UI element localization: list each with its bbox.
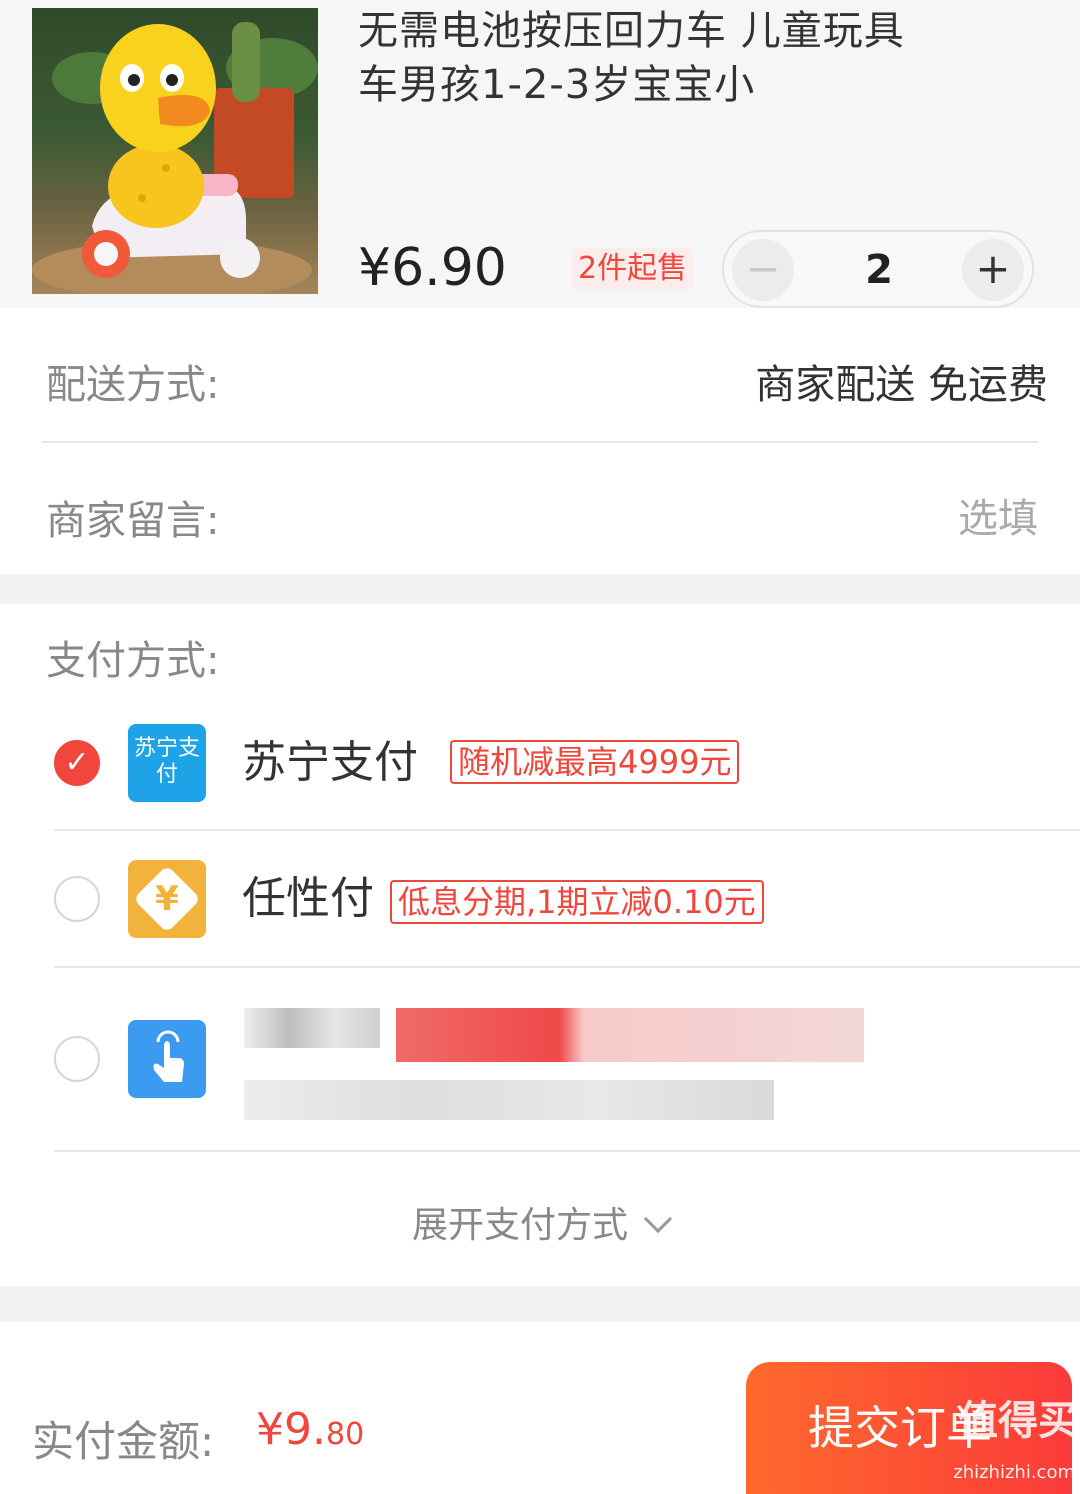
delivery-row[interactable]: 配送方式: 商家配送 免运费 xyxy=(0,308,1080,444)
delivery-label: 配送方式: xyxy=(46,362,220,408)
tap-pay-icon xyxy=(128,1020,206,1098)
delivery-value: 商家配送 免运费 xyxy=(755,362,1048,408)
product-title: 无需电池按压回力车 儿童玩具车男孩1-2-3岁宝宝小 xyxy=(358,8,905,108)
message-row[interactable]: 商家留言: 选填 xyxy=(0,444,1080,574)
duck-toy-image xyxy=(32,22,318,294)
watermark-logo: 值得买 xyxy=(958,1398,1078,1444)
quantity-value[interactable]: 2 xyxy=(834,246,924,294)
total-label: 实付金额: xyxy=(32,1417,215,1466)
total-amount-main: ¥9. xyxy=(256,1404,326,1455)
divider xyxy=(54,1150,1080,1152)
redacted-description xyxy=(244,1080,774,1120)
payment-method-name: 任性付 xyxy=(242,873,374,924)
expand-payment-methods-button[interactable]: 展开支付方式 xyxy=(0,1196,1080,1248)
payment-method-suning[interactable]: ✓ 苏宁支付 苏宁支付 随机减最高4999元 xyxy=(0,696,1080,832)
renxingfu-icon: ¥ xyxy=(128,860,206,938)
total-amount-cents: 80 xyxy=(325,1417,365,1452)
payment-method-name: 苏宁支付 xyxy=(242,737,418,788)
payment-promo-tag: 随机减最高4999元 xyxy=(450,740,740,784)
radio-checked-icon[interactable]: ✓ xyxy=(54,740,100,786)
section-gap xyxy=(0,574,1080,604)
min-purchase-badge: 2件起售 xyxy=(572,248,694,290)
yen-glyph: ¥ xyxy=(155,879,179,919)
expand-label: 展开支付方式 xyxy=(411,1205,628,1246)
payment-promo-tag: 低息分期,1期立减0.10元 xyxy=(390,880,764,924)
payment-method-obscured[interactable] xyxy=(0,968,1080,1150)
suning-pay-icon: 苏宁支付 xyxy=(128,724,206,802)
quantity-stepper: − 2 + xyxy=(722,230,1034,308)
total-amount: ¥9.80 xyxy=(256,1404,364,1455)
message-input[interactable]: 选填 xyxy=(958,486,1038,544)
tap-hand-icon xyxy=(153,1030,184,1082)
radio-unchecked-icon[interactable] xyxy=(54,876,100,922)
suning-pay-icon-text: 苏宁支付 xyxy=(133,736,200,787)
watermark-url: zhizhizhi.com xyxy=(953,1462,1075,1483)
section-gap xyxy=(0,1286,1080,1322)
product-card: 无需电池按压回力车 儿童玩具车男孩1-2-3岁宝宝小 ¥6.90 2件起售 − … xyxy=(0,0,1080,308)
payment-method-renxingfu[interactable]: ¥ 任性付 低息分期,1期立减0.10元 xyxy=(0,832,1080,968)
divider xyxy=(42,441,1038,443)
decrease-quantity-button[interactable]: − xyxy=(732,239,794,301)
increase-quantity-button[interactable]: + xyxy=(962,239,1024,301)
message-label: 商家留言: xyxy=(46,498,220,544)
checkout-footer: 实付金额: ¥9.80 提交订单 xyxy=(0,1322,1080,1494)
redacted-promo xyxy=(396,1008,864,1062)
radio-unchecked-icon[interactable] xyxy=(54,1036,100,1082)
redacted-name xyxy=(244,1008,380,1048)
product-price: ¥6.90 xyxy=(358,238,507,298)
chevron-down-icon xyxy=(643,1204,673,1234)
product-image[interactable] xyxy=(32,8,318,294)
payment-label: 支付方式: xyxy=(46,638,220,684)
divider xyxy=(54,829,1080,831)
